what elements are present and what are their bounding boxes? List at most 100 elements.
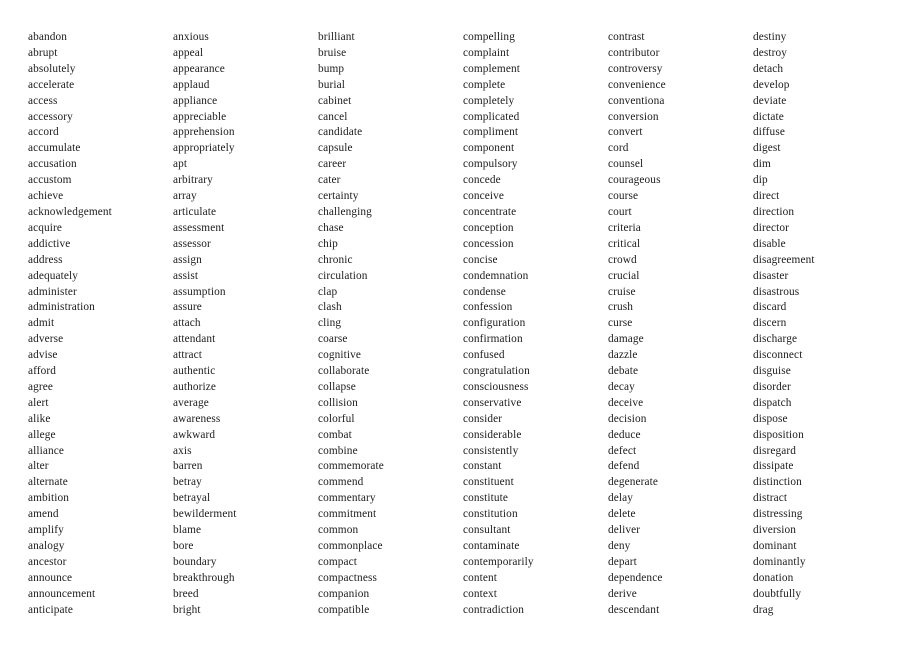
word-item: detach [753, 62, 784, 75]
word-item: curse [608, 317, 633, 330]
word-item: assessor [173, 237, 211, 250]
word-item: contradiction [463, 603, 525, 616]
word-item: bewilderment [173, 508, 237, 521]
word-item: arbitrary [173, 174, 213, 187]
word-item: component [463, 142, 515, 155]
word-item: cabinet [318, 94, 352, 107]
word-item: combat [318, 428, 352, 441]
word-item: crucial [608, 269, 640, 282]
word-item: colorful [318, 412, 355, 425]
word-item: controversy [608, 62, 663, 75]
word-item: develop [753, 78, 790, 91]
word-column-6: destiny destroy detach develop deviate dictat… [753, 30, 900, 619]
word-item: dissipate [753, 460, 794, 473]
word-item: critical [608, 237, 641, 250]
word-item: dazzle [608, 349, 638, 362]
word-item: advise [28, 349, 58, 362]
word-item: concentrate [463, 205, 517, 218]
word-item: disastrous [753, 285, 800, 298]
word-item: commend [318, 476, 364, 489]
word-item: diffuse [753, 126, 785, 139]
word-item: distract [753, 492, 788, 505]
word-item: constitution [463, 508, 518, 521]
word-item: compulsory [463, 158, 518, 171]
word-item: coarse [318, 333, 348, 346]
word-item: crush [608, 301, 634, 314]
word-item: ancestor [28, 555, 67, 568]
word-item: ambition [28, 492, 70, 505]
word-item: acquire [28, 221, 63, 234]
word-item: assist [173, 269, 199, 282]
word-item: anticipate [28, 603, 74, 616]
word-item: degenerate [608, 476, 659, 489]
word-item: accustom [28, 174, 72, 187]
word-item: delay [608, 492, 634, 505]
word-item: breed [173, 587, 199, 600]
word-item: compliment [463, 126, 519, 139]
word-item: concise [463, 253, 498, 266]
word-item: congratulation [463, 365, 530, 378]
word-item: cruise [608, 285, 636, 298]
word-item: appearance [173, 62, 225, 75]
word-item: combine [318, 444, 358, 457]
word-item: circulation [318, 269, 368, 282]
word-item: crowd [608, 253, 637, 266]
word-item: counsel [608, 158, 644, 171]
word-item: barren [173, 460, 203, 473]
word-item: achieve [28, 190, 64, 203]
word-item: array [173, 190, 197, 203]
word-item: adverse [28, 333, 64, 346]
word-item: chronic [318, 253, 353, 266]
word-item: decision [608, 412, 647, 425]
word-item: debate [608, 365, 639, 378]
word-item: considerable [463, 428, 522, 441]
word-item: damage [608, 333, 644, 346]
word-item: abandon [28, 31, 68, 43]
word-item: dim [753, 158, 771, 171]
word-column-1: abandon abrupt absolutely accelerate access a… [28, 30, 173, 619]
word-item: bruise [318, 46, 347, 59]
word-item: accumulate [28, 142, 81, 155]
word-item: address [28, 253, 63, 266]
word-item: capsule [318, 142, 353, 155]
word-item: attach [173, 317, 201, 330]
word-item: appreciable [173, 110, 227, 123]
word-column-4: compelling complaint complement complete com… [463, 30, 608, 619]
word-item: adequately [28, 269, 79, 282]
word-item: complete [463, 78, 506, 91]
word-item: contaminate [463, 540, 520, 552]
word-item: awkward [173, 428, 216, 441]
word-item: commemorate [318, 460, 384, 473]
word-item: blame [173, 524, 202, 537]
word-item: authentic [173, 365, 216, 378]
word-item: afford [28, 365, 57, 378]
word-item: dominantly [753, 555, 806, 568]
word-item: accord [28, 126, 59, 139]
word-item: assure [173, 301, 202, 314]
word-item: applaud [173, 78, 210, 91]
word-item: conservative [463, 396, 522, 409]
word-item: consistently [463, 444, 519, 457]
word-item: disagreement [753, 253, 815, 266]
word-item: breakthrough [173, 571, 235, 584]
word-item: compactness [318, 571, 377, 584]
word-item: commonplace [318, 540, 383, 552]
word-column-2: anxious appeal appearance applaud appliance a… [173, 30, 318, 619]
word-item: assign [173, 253, 202, 266]
word-item: cord [608, 142, 629, 155]
word-item: conventiona [608, 94, 665, 107]
word-item: court [608, 205, 632, 218]
word-item: compact [318, 555, 358, 568]
word-item: distinction [753, 476, 802, 489]
word-item: chase [318, 221, 344, 234]
word-item: disorder [753, 380, 791, 393]
word-item: depart [608, 555, 637, 568]
word-item: anxious [173, 31, 209, 43]
word-item: cater [318, 174, 341, 187]
word-item: doubtfully [753, 587, 802, 600]
word-item: disregard [753, 444, 797, 457]
word-item: awareness [173, 412, 221, 425]
word-item: direction [753, 205, 795, 218]
word-item: cancel [318, 110, 348, 123]
word-item: content [463, 571, 498, 584]
